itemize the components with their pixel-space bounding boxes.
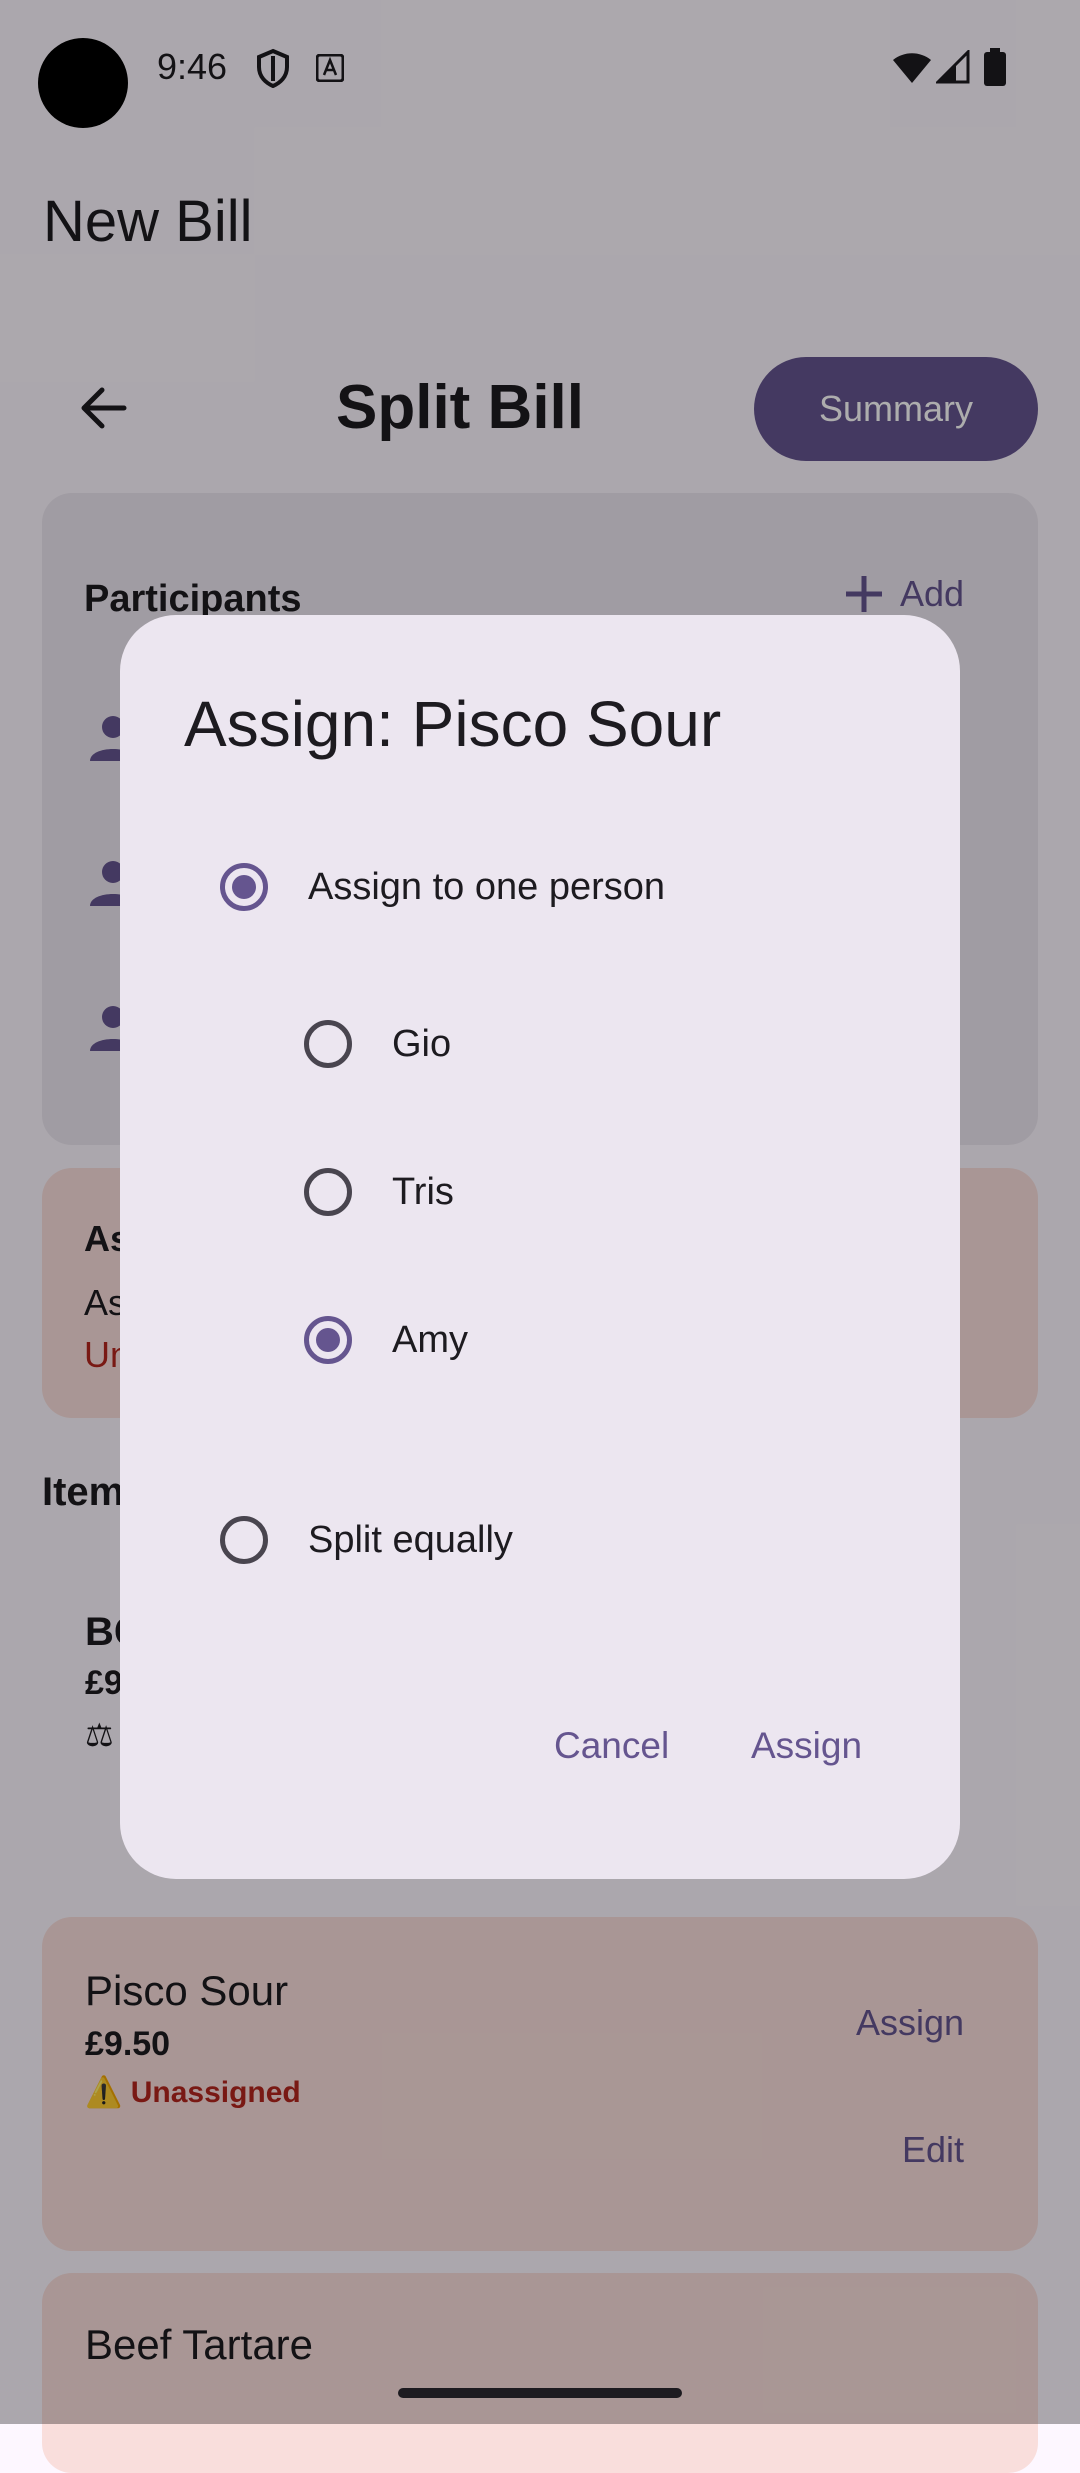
radio-button-selected[interactable] (220, 863, 268, 911)
assign-dialog: Assign: Pisco Sour Assign to one person … (120, 615, 960, 1879)
radio-button[interactable] (220, 1516, 268, 1564)
person-option-amy[interactable]: Amy (304, 1316, 468, 1364)
option-assign-one-person[interactable]: Assign to one person (220, 863, 665, 911)
person-option-gio[interactable]: Gio (304, 1020, 451, 1068)
assign-button[interactable]: Assign (751, 1725, 862, 1767)
radio-button-selected[interactable] (304, 1316, 352, 1364)
option-label: Split equally (308, 1518, 513, 1561)
person-label: Tris (392, 1170, 454, 1213)
radio-button[interactable] (304, 1020, 352, 1068)
cancel-button[interactable]: Cancel (554, 1725, 669, 1767)
person-label: Amy (392, 1318, 468, 1361)
home-indicator[interactable] (398, 2388, 682, 2398)
option-label: Assign to one person (308, 865, 666, 908)
person-option-tris[interactable]: Tris (304, 1168, 454, 1216)
person-label: Gio (392, 1022, 452, 1065)
dialog-title: Assign: Pisco Sour (184, 688, 722, 760)
option-split-equally[interactable]: Split equally (220, 1516, 513, 1564)
radio-button[interactable] (304, 1168, 352, 1216)
